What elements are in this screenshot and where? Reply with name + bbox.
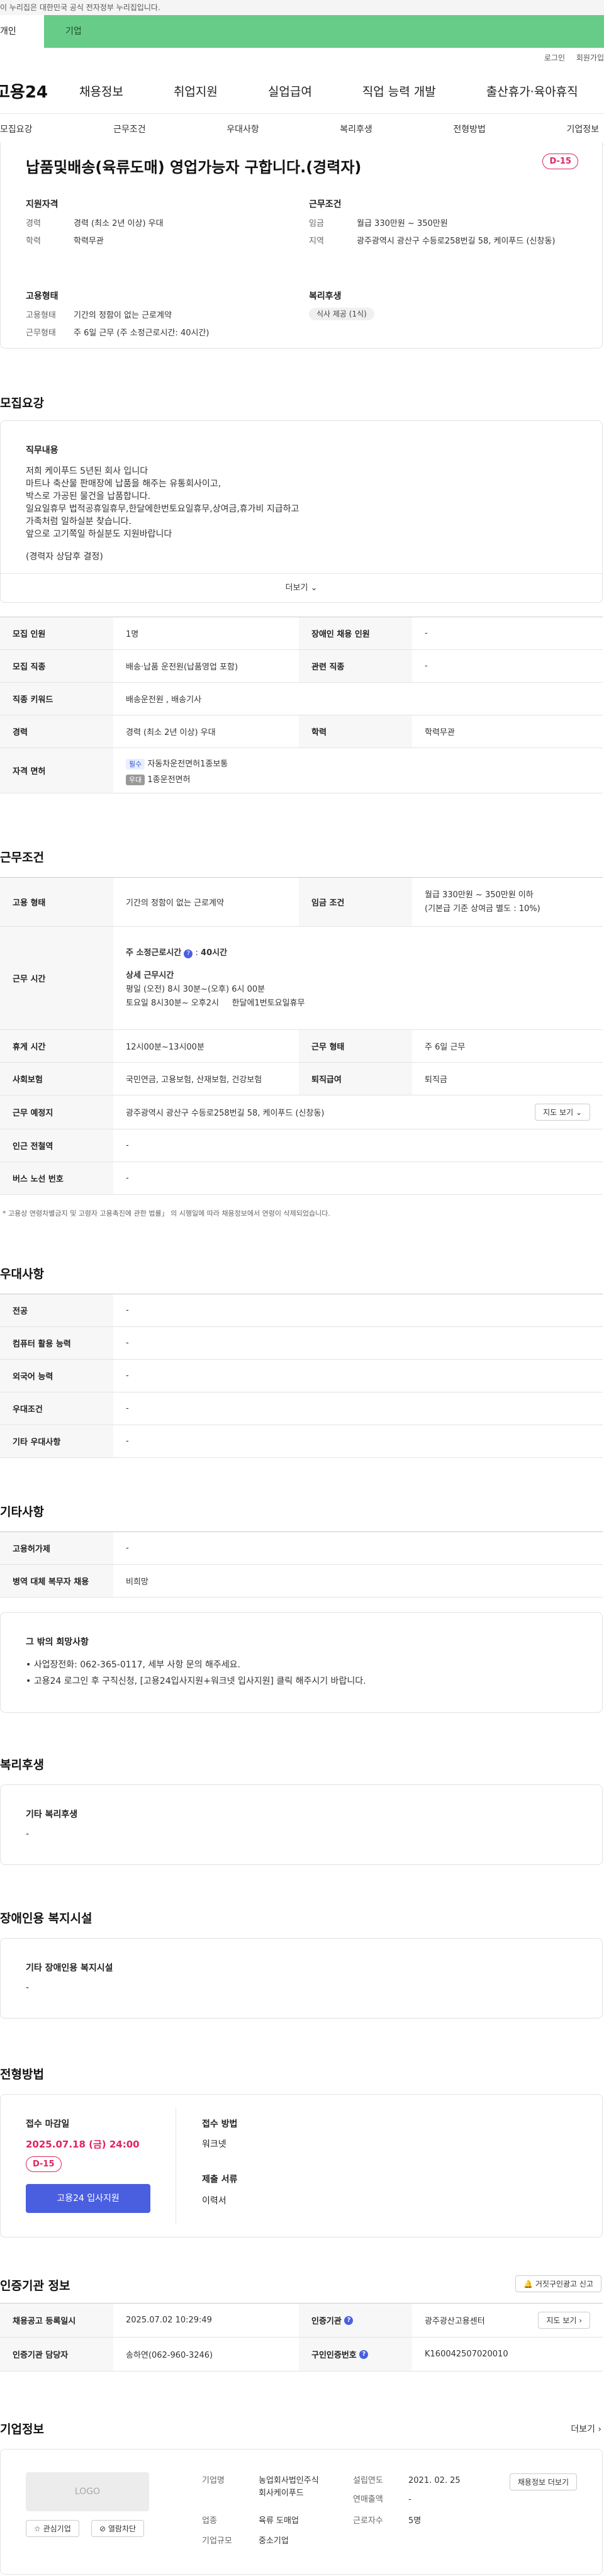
apply-button[interactable]: 고용24 입사지원 bbox=[26, 2184, 150, 2213]
wage-key: 임금 bbox=[309, 219, 324, 228]
cert-section-title: 인증기관 정보 bbox=[0, 2279, 70, 2293]
process-section-title: 전형방법 bbox=[0, 2068, 44, 2081]
company-jobs-button[interactable]: 채용정보 더보기 bbox=[509, 2473, 577, 2490]
nav-jobs[interactable]: 채용정보 bbox=[79, 82, 123, 99]
edu-key: 학력 bbox=[26, 237, 41, 246]
work-table: 고용 형태 기간의 정함이 없는 근로계약 임금 조건 월급 330만원 ~ 350만… bbox=[0, 877, 603, 1195]
age-note: * 고용상 연령차별금지 및 고령자 고용촉진에 관한 법률」 의 시행일에 따… bbox=[3, 1209, 330, 1218]
favorite-company-button[interactable]: ☆ 관심기업 bbox=[26, 2520, 79, 2537]
dday-badge-2: D-15 bbox=[26, 2156, 62, 2172]
preferred-tag: 우대 bbox=[126, 774, 145, 785]
dday-badge: D-15 bbox=[542, 154, 578, 169]
company-box: LOGO ☆ 관심기업 ⊘ 열람차단 기업명 농업회사법인주식 회사케이푸드 설립… bbox=[0, 2449, 603, 2575]
worktype-value: 주 6일 근무 (주 소정근로시간: 40시간) bbox=[74, 328, 210, 338]
nav-training[interactable]: 직업 능력 개발 bbox=[362, 82, 436, 99]
pref-section-title: 우대사항 bbox=[0, 1267, 44, 1281]
main-nav: 고용24 채용정보 취업지원 실업급여 직업 능력 개발 출산휴가·육아휴직 bbox=[0, 68, 604, 113]
section-nav: 모집요강 근무조건 우대사항 복리후생 전형방법 기업정보 bbox=[0, 113, 604, 145]
subnav-company[interactable]: 기업정보 bbox=[566, 123, 599, 135]
etc-section-title: 기타사항 bbox=[0, 1505, 44, 1519]
job-desc-box: 직무내용 저희 케이푸드 5년된 회사 입니다 마트나 축산물 판매장에 납품을 … bbox=[0, 420, 603, 603]
nav-unemployment-benefit[interactable]: 실업급여 bbox=[268, 82, 312, 99]
etc-table: 고용허가제 - 병역 대체 복무자 채용 비희망 bbox=[0, 1532, 603, 1598]
job-desc-text: 저희 케이푸드 5년된 회사 입니다 마트나 축산물 판매장에 납품을 해주는 유… bbox=[26, 466, 299, 562]
login-link[interactable]: 로그인 bbox=[544, 53, 565, 62]
join-link[interactable]: 회원가입 bbox=[576, 53, 604, 62]
company-logo: LOGO bbox=[26, 2472, 149, 2511]
welfare-heading: 복리후생 bbox=[309, 291, 342, 301]
subnav-work[interactable]: 근무조건 bbox=[113, 123, 146, 135]
gov-banner: 이 누리집은 대한민국 공식 전자정부 누리집입니다. bbox=[0, 0, 604, 15]
subnav-pref[interactable]: 우대사항 bbox=[226, 123, 259, 135]
subnav-recruit[interactable]: 모집요강 bbox=[0, 123, 33, 135]
block-icon: ⊘ bbox=[99, 2524, 106, 2533]
map-button[interactable]: 지도 보기 ⌄ bbox=[535, 1104, 590, 1121]
disabled-box: 기타 장애인용 복지시설 - bbox=[0, 1938, 603, 2019]
work-section-title: 근무조건 bbox=[0, 851, 44, 865]
nav-parental-leave[interactable]: 출산휴가·육아휴직 bbox=[486, 82, 578, 99]
company-more-link[interactable]: 더보기 › bbox=[571, 2422, 601, 2435]
loc-value: 광주광역시 광산구 수등로258번길 58, 케이푸드 (신창동) bbox=[357, 237, 556, 246]
required-tag: 필수 bbox=[126, 758, 145, 770]
tab-personal[interactable]: 개인 bbox=[0, 15, 44, 48]
nav-employment-support[interactable]: 취업지원 bbox=[174, 82, 218, 99]
subnav-process[interactable]: 전형방법 bbox=[453, 123, 486, 135]
welfare-chip: 식사 제공 (1식) bbox=[309, 308, 374, 320]
chevron-down-icon: ⌄ bbox=[310, 583, 318, 593]
deadline-value: 2025.07.18 (금) 24:00 bbox=[26, 2139, 140, 2150]
wish-box: 그 밖의 희망사항 • 사업장전화: 062-365-0117, 세부 사항 문… bbox=[0, 1612, 603, 1713]
job-desc-heading: 직무내용 bbox=[26, 445, 59, 456]
report-button[interactable]: 🔔 거짓구인광고 신고 bbox=[515, 2275, 601, 2292]
disabled-section-title: 장애인용 복지시설 bbox=[0, 1912, 92, 1925]
more-button[interactable]: 더보기 ⌄ bbox=[1, 573, 602, 602]
type-key: 고용형태 bbox=[26, 311, 56, 320]
welfare-section-title: 복리후생 bbox=[0, 1758, 44, 1772]
emp-heading: 고용형태 bbox=[26, 291, 59, 301]
info-icon: ? bbox=[344, 2316, 354, 2325]
info-icon: ? bbox=[184, 949, 193, 958]
process-box: 접수 마감일 2025.07.18 (금) 24:00 D-15 고용24 입사… bbox=[0, 2094, 603, 2237]
star-icon: ☆ bbox=[34, 2524, 41, 2533]
edu-value: 학력무관 bbox=[74, 237, 104, 246]
recruit-section-title: 모집요강 bbox=[0, 396, 44, 410]
career-value: 경력 (최소 2년 이상) 우대 bbox=[74, 219, 164, 228]
job-summary-card: 납품및배송(육류도매) 영업가능자 구합니다.(경력자) D-15 지원자격 경… bbox=[0, 142, 603, 349]
bell-icon: 🔔 bbox=[523, 2280, 534, 2288]
site-logo[interactable]: 고용24 bbox=[0, 79, 48, 103]
loc-key: 지역 bbox=[309, 237, 324, 246]
subnav-welfare[interactable]: 복리후생 bbox=[340, 123, 372, 135]
job-title: 납품및배송(육류도매) 영업가능자 구합니다.(경력자) bbox=[26, 159, 362, 176]
cert-table: 채용공고 등록일시 2025.07.02 10:29:49 인증기관 ? 광주광산고용… bbox=[0, 2303, 603, 2372]
block-view-button[interactable]: ⊘ 열람차단 bbox=[91, 2520, 145, 2537]
tab-business[interactable]: 기업 bbox=[44, 15, 604, 48]
cond-heading: 근무조건 bbox=[309, 199, 342, 210]
recruit-table: 모집 인원 1명 장애인 채용 인원 - 모집 직종 배송·납품 운전원(납품영업 포함… bbox=[0, 617, 603, 793]
cert-map-button[interactable]: 지도 보기 › bbox=[538, 2312, 590, 2329]
type-value: 기간의 정함이 없는 근로계약 bbox=[74, 311, 172, 320]
wage-value: 월급 330만원 ~ 350만원 bbox=[357, 219, 448, 228]
worktype-key: 근무형태 bbox=[26, 328, 56, 338]
pref-table: 전공 - 컴퓨터 활용 능력 - 외국어 능력 - 우대조건 - 기타 우대사항 - bbox=[0, 1294, 603, 1458]
company-section-title: 기업정보 bbox=[0, 2422, 44, 2436]
welfare-box: 기타 복리후생 - bbox=[0, 1784, 603, 1865]
info-icon: ? bbox=[359, 2349, 369, 2359]
qual-heading: 지원자격 bbox=[26, 199, 59, 210]
career-key: 경력 bbox=[26, 219, 41, 228]
